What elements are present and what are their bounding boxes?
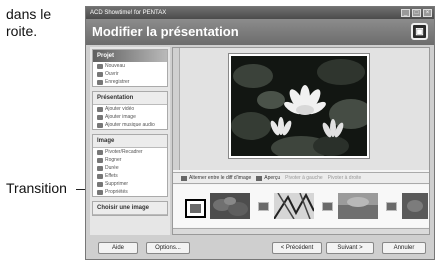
transition-slot-selected[interactable] [185, 199, 206, 218]
rotate-left-button[interactable]: Pivoter à gauche [285, 175, 323, 181]
previous-button[interactable]: < Précédent [272, 242, 322, 254]
item-label: Ajouter musique audio [105, 122, 155, 128]
effects-icon [97, 173, 103, 179]
thumbnail-image [210, 193, 250, 219]
add-music-icon [97, 122, 103, 128]
thumbnail[interactable] [273, 192, 315, 220]
thumbnail[interactable] [338, 193, 378, 219]
thumbnail[interactable] [402, 193, 428, 219]
preview-area [173, 48, 429, 170]
strip-toolbar: Alterner entre le diff d'image Aperçu Pi… [173, 172, 429, 184]
add-image-icon [97, 114, 103, 120]
save-icon [97, 79, 103, 85]
transition-callout-label: Transition [6, 180, 67, 196]
alternate-icon [181, 175, 187, 181]
sidebar-item-ajouter-musique[interactable]: Ajouter musique audio [93, 121, 167, 129]
preview-image [229, 54, 369, 158]
panel-title: Choisir une image [93, 202, 167, 215]
transition-icon [190, 204, 201, 213]
caption-line-1: dans le [6, 6, 52, 22]
title-bar: ACD Showtime! for PENTAX _ □ × [86, 7, 434, 19]
item-label: Ajouter vidéo [105, 106, 135, 112]
sidebar-item-pivoter[interactable]: Pivoter/Recadrer [93, 148, 167, 156]
thumbnail[interactable] [210, 193, 250, 219]
delete-icon [97, 181, 103, 187]
panel-presentation: Présentation Ajouter vidéo Ajouter image… [92, 91, 168, 130]
vertical-scrollbar[interactable] [173, 48, 180, 170]
item-label: Supprimer [105, 181, 129, 187]
rotate-right-button[interactable]: Pivoter à droite [328, 175, 362, 181]
item-label: Nouveau [105, 63, 126, 69]
rotate-icon [97, 149, 103, 155]
alternate-button[interactable]: Alterner entre le diff d'image [181, 175, 251, 181]
sidebar-item-ajouter-image[interactable]: Ajouter image [93, 113, 167, 121]
page-title: Modifier la présentation [92, 24, 239, 39]
window-title: ACD Showtime! for PENTAX [90, 10, 167, 16]
next-button[interactable]: Suivant > [326, 242, 374, 254]
sidebar: Projet Nouveau Ouvrir Enregistrer Présen… [90, 47, 170, 235]
sidebar-item-proprietes[interactable]: Propriétés [93, 188, 167, 196]
item-label: Rogner [105, 157, 122, 163]
panel-image: Image Pivoter/Recadrer Rogner Durée Effe… [92, 134, 168, 197]
add-video-icon [97, 106, 103, 112]
thumbnail-image [338, 193, 378, 219]
footer-bar: Aide Options... < Précédent Suivant > An… [86, 237, 434, 259]
water-lily-photo [231, 56, 367, 156]
rotate-left-label: Pivoter à gauche [285, 175, 323, 181]
preview-icon [256, 175, 263, 181]
transition-icon[interactable] [322, 202, 333, 211]
rotate-right-label: Pivoter à droite [327, 175, 362, 181]
editor-area: Alterner entre le diff d'image Aperçu Pi… [172, 47, 430, 235]
sidebar-item-enregistrer[interactable]: Enregistrer [93, 78, 167, 86]
minimize-button[interactable]: _ [401, 9, 410, 17]
thumbnail-image [402, 193, 428, 219]
cancel-button[interactable]: Annuler [382, 242, 426, 254]
sidebar-item-effets[interactable]: Effets [93, 172, 167, 180]
alternate-label: Alterner entre le diff d'image [189, 175, 252, 181]
panel-title: Image [93, 135, 167, 148]
sidebar-item-nouveau[interactable]: Nouveau [93, 62, 167, 70]
instruction-caption: dans le roite. [6, 6, 82, 40]
sidebar-item-ajouter-video[interactable]: Ajouter vidéo [93, 105, 167, 113]
sidebar-item-ouvrir[interactable]: Ouvrir [93, 70, 167, 78]
item-label: Ouvrir [105, 71, 119, 77]
sidebar-item-duree[interactable]: Durée [93, 164, 167, 172]
preview-button[interactable]: Aperçu [256, 175, 280, 181]
item-label: Effets [105, 173, 118, 179]
item-label: Pivoter/Recadrer [105, 149, 143, 155]
properties-icon [97, 189, 103, 195]
photo-frame-icon: ▣ [411, 23, 428, 40]
sidebar-item-supprimer[interactable]: Supprimer [93, 180, 167, 188]
horizontal-scrollbar[interactable] [173, 228, 429, 234]
new-icon [97, 63, 103, 69]
open-icon [97, 71, 103, 77]
close-button[interactable]: × [423, 9, 432, 17]
transition-icon[interactable] [258, 202, 269, 211]
app-window: ACD Showtime! for PENTAX _ □ × Modifier … [85, 6, 435, 260]
panel-title: Projet [93, 50, 167, 62]
options-button[interactable]: Options... [146, 242, 190, 254]
panel-choisir: Choisir une image [92, 201, 168, 216]
item-label: Ajouter image [105, 114, 136, 120]
filmstrip [173, 185, 429, 227]
caption-line-2: roite. [6, 23, 38, 39]
maximize-button[interactable]: □ [412, 9, 421, 17]
thumbnail-image [273, 192, 315, 220]
item-label: Propriétés [105, 189, 128, 195]
page-header: Modifier la présentation ▣ [86, 19, 434, 45]
transition-icon[interactable] [386, 202, 397, 211]
panel-projet: Projet Nouveau Ouvrir Enregistrer [92, 49, 168, 87]
sidebar-item-rogner[interactable]: Rogner [93, 156, 167, 164]
preview-label: Aperçu [264, 175, 281, 181]
crop-icon [97, 157, 103, 163]
item-label: Enregistrer [105, 79, 130, 85]
duration-icon [97, 165, 103, 171]
help-button[interactable]: Aide [98, 242, 138, 254]
item-label: Durée [105, 165, 119, 171]
panel-title: Présentation [93, 92, 167, 105]
